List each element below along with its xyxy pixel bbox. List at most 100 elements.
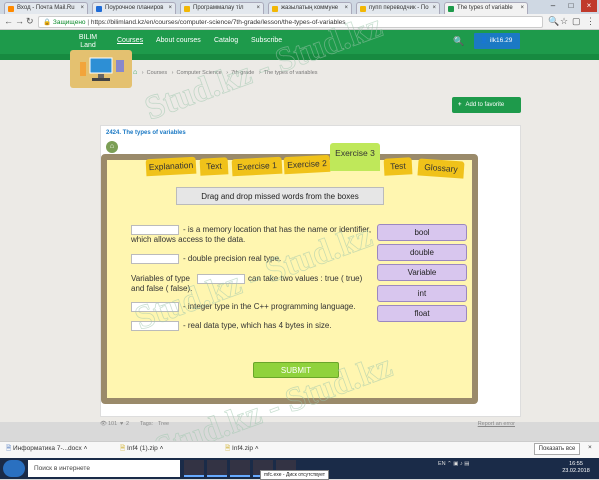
zoom-icon[interactable]: 🔍 (548, 16, 559, 27)
search-icon[interactable]: 🔍 (453, 36, 464, 47)
nav-about-courses[interactable]: About courses (156, 37, 201, 44)
answer-slot-4[interactable] (131, 302, 179, 312)
tag-link[interactable]: Tree (158, 421, 169, 427)
option-int[interactable]: int (377, 285, 467, 302)
views-count: 101 (108, 421, 118, 427)
option-variable[interactable]: Variable (377, 264, 467, 281)
tab-explanation[interactable]: Explanation (145, 156, 197, 177)
tags-label: Tags: (140, 421, 154, 427)
heart-icon[interactable]: ♥ (120, 421, 123, 427)
option-bool[interactable]: bool (377, 224, 467, 241)
download-item-3-name: Inf4.zip (232, 445, 254, 452)
tab-exercise-3[interactable]: Exercise 3 (330, 143, 380, 171)
clock[interactable]: 16:55 23.02.2018 (560, 461, 592, 475)
close-window-button[interactable]: × (581, 0, 597, 12)
submit-button[interactable]: SUBMIT (253, 362, 339, 378)
browser-tab-title: Программалау тіл (193, 5, 244, 11)
forward-icon[interactable]: → (15, 16, 24, 26)
show-all-downloads-button[interactable]: Показать все (534, 443, 580, 455)
tab-close-icon[interactable]: × (344, 3, 348, 14)
tab-favicon-icon (96, 6, 102, 12)
zip-file-icon: 🗎 (120, 445, 126, 452)
home-icon[interactable]: ⌂ (133, 69, 137, 76)
tab-close-icon[interactable]: × (520, 3, 524, 14)
browser-tab-title: пупп переводчик - По (369, 5, 429, 11)
download-item-2-name: Inf4 (1).zip (127, 445, 158, 452)
browser-tab[interactable]: Программалау тіл × (180, 2, 264, 14)
url-field[interactable]: 🔒 Защищено | https://bilimland.kz/en/cou… (38, 16, 543, 28)
tab-favicon-icon (360, 6, 366, 12)
clock-date: 23.02.2018 (562, 468, 590, 474)
add-to-favorite-button[interactable]: + Add to favorite (452, 97, 521, 113)
instruction-box: Drag and drop missed words from the boxe… (176, 187, 384, 205)
nav-courses[interactable]: Courses (117, 37, 143, 44)
download-item-1-name: Информатика 7-...docx (13, 445, 82, 452)
question-2-text: - double precision real type. (183, 254, 282, 263)
answer-slot-2[interactable] (131, 254, 179, 264)
nav-subscribe[interactable]: Subscribe (251, 37, 282, 44)
zip-file-icon: 🗎 (225, 445, 231, 452)
breadcrumb-grade[interactable]: 7th grade (231, 70, 254, 76)
word-taskbar-icon[interactable] (230, 460, 250, 477)
browser-tab-title: жазылатың коммуне (281, 5, 339, 11)
browser-tab[interactable]: The types of variable × (444, 2, 528, 14)
logo-line1: BILIM (78, 34, 98, 41)
question-1-text: - is a memory location that has the name… (131, 225, 372, 244)
logo-line2: Land (80, 42, 96, 49)
breadcrumb-courses[interactable]: Courses (147, 70, 167, 76)
computer-icon (70, 50, 132, 88)
extension-icon[interactable]: ▢ (572, 16, 581, 27)
tab-text[interactable]: Text (199, 157, 229, 176)
back-icon[interactable]: ← (4, 16, 13, 26)
browser-tab[interactable]: пупп переводчик - По × (356, 2, 440, 14)
answer-slot-5[interactable] (131, 321, 179, 331)
reload-icon[interactable]: ↻ (26, 16, 34, 27)
chrome-taskbar-icon[interactable] (184, 460, 204, 477)
tab-close-icon[interactable]: × (432, 3, 436, 14)
secure-label: Защищено (52, 19, 86, 26)
browser-tab[interactable]: Вход - Почта Mail.Ru × (4, 2, 88, 14)
breadcrumb-cs[interactable]: Computer Science (176, 70, 221, 76)
lesson-home-icon[interactable]: ⌂ (106, 141, 118, 153)
star-icon[interactable]: ☆ (560, 16, 568, 27)
browser-tab[interactable]: Поурочное планиров × (92, 2, 176, 14)
user-name: ilk16.29 (489, 37, 513, 44)
plus-icon: + (458, 102, 462, 108)
minimize-button[interactable]: – (545, 0, 561, 12)
explorer-taskbar-icon[interactable] (207, 460, 227, 477)
breadcrumb: ⌂ › Courses › Computer Science › 7th grade … (133, 69, 318, 76)
menu-icon[interactable]: ⋮ (586, 16, 595, 27)
tab-favicon-icon (8, 6, 14, 12)
tab-favicon-icon (272, 6, 278, 12)
browser-tab[interactable]: жазылатың коммуне × (268, 2, 352, 14)
close-downloads-icon[interactable]: × (588, 444, 592, 451)
start-button[interactable] (3, 460, 25, 477)
maximize-button[interactable]: □ (563, 0, 579, 12)
downloads-bar (0, 441, 599, 458)
download-item-1[interactable]: 🗎 Информатика 7-...docx ˄ (6, 444, 87, 455)
lesson-title: 2424. The types of variables (106, 130, 186, 136)
option-float[interactable]: float (377, 305, 467, 322)
user-icon: 👤 (480, 37, 490, 44)
tab-glossary[interactable]: Glossary (417, 158, 465, 179)
nav-catalog[interactable]: Catalog (214, 37, 238, 44)
download-item-3[interactable]: 🗎 Inf4.zip ˄ (225, 444, 259, 455)
tab-close-icon[interactable]: × (168, 3, 172, 14)
tab-close-icon[interactable]: × (80, 3, 84, 14)
likes-count: 2 (126, 421, 130, 427)
tab-favicon-icon (448, 6, 454, 12)
option-double[interactable]: double (377, 244, 467, 261)
system-tray[interactable]: EN ⌃ ▣ ♪ ▤ (438, 461, 470, 467)
browser-tab-title: Вход - Почта Mail.Ru (17, 5, 75, 11)
taskbar-search[interactable]: Поиск в интернете (28, 460, 180, 477)
tab-close-icon[interactable]: × (256, 3, 260, 14)
tab-test[interactable]: Test (383, 157, 413, 176)
user-account-button[interactable]: 👤 ilk16.29 (474, 33, 520, 49)
url-text: https://bilimland.kz/en/courses/computer… (90, 19, 346, 26)
tab-exercise-2[interactable]: Exercise 2 (283, 154, 331, 175)
tab-exercise-1[interactable]: Exercise 1 (231, 156, 283, 177)
language-indicator[interactable]: EN (438, 461, 446, 467)
report-error-link[interactable]: Report an error (478, 421, 515, 427)
download-item-2[interactable]: 🗎 Inf4 (1).zip ˄ (120, 444, 163, 455)
add-to-favorite-label: Add to favorite (465, 102, 505, 108)
